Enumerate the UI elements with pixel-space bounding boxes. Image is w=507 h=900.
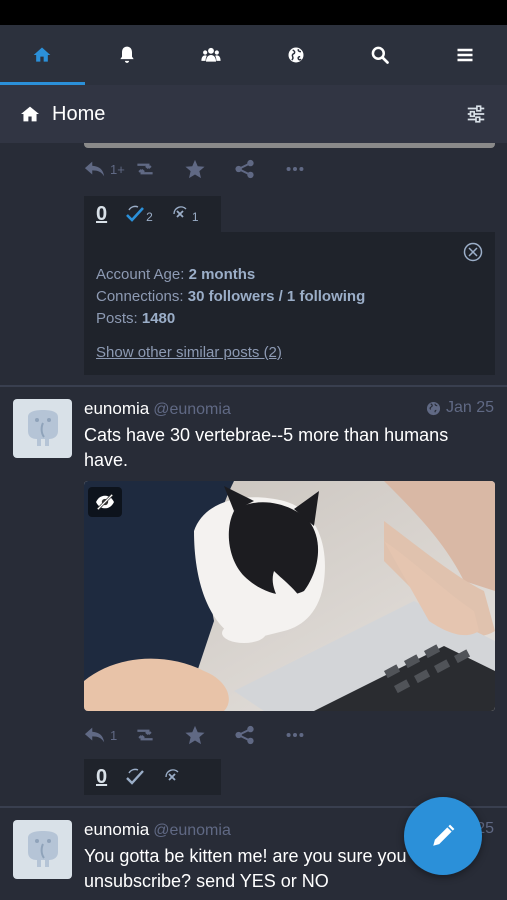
vote-approve-button[interactable] (125, 767, 145, 787)
home-icon (33, 47, 51, 62)
column-header: Home (0, 85, 507, 143)
status-post[interactable]: eunomia @eunomia Jan 25 Cats have 30 vert… (0, 387, 507, 807)
check-icon (126, 768, 145, 785)
star-icon (185, 159, 205, 179)
media-image[interactable] (84, 481, 495, 711)
page-title: Home (52, 102, 106, 125)
post2-vote-bar: 0 (84, 759, 221, 795)
avatar[interactable] (13, 399, 72, 458)
home-icon (21, 106, 39, 122)
top-navigation (0, 25, 507, 85)
previous-post-media[interactable] (84, 143, 495, 148)
post-text: Cats have 30 vertebrae--5 more than huma… (84, 425, 449, 470)
similar-posts-link[interactable]: Show other similar posts (2) (96, 344, 282, 361)
more-button[interactable] (284, 725, 334, 745)
vote-reject-button[interactable]: 1 (171, 204, 199, 224)
ellipsis-icon (286, 732, 304, 738)
tab-search[interactable] (338, 25, 423, 85)
account-age: Account Age: 2 months (96, 266, 256, 283)
ellipsis-icon (286, 166, 304, 172)
approve-count: 2 (146, 210, 153, 224)
retweet-icon (137, 163, 153, 175)
favourite-button[interactable] (184, 725, 234, 745)
more-button[interactable] (284, 159, 334, 179)
globe-icon (426, 401, 441, 415)
author-display-name[interactable]: eunomia @eunomia (84, 820, 231, 840)
menu-icon (457, 48, 473, 62)
bell-icon (120, 46, 134, 63)
vote-reject-button[interactable] (163, 767, 183, 787)
globe-icon (288, 47, 304, 63)
post2-action-bar: 1 (84, 725, 334, 745)
reject-count: 1 (191, 210, 199, 224)
mastodon-elephant-icon (27, 830, 58, 867)
tab-home[interactable] (0, 25, 85, 85)
tab-menu[interactable] (423, 25, 507, 85)
search-icon (371, 46, 390, 64)
boost-button[interactable] (134, 159, 184, 179)
pencil-icon (433, 824, 455, 846)
device-status-bar (0, 0, 507, 25)
reply-count: 1 (110, 727, 118, 743)
post-date[interactable]: Jan 25 (426, 399, 494, 417)
vote-neutral-button[interactable]: 0 (96, 203, 107, 226)
cat-photo (84, 481, 495, 711)
reply-icon (84, 727, 105, 743)
close-icon[interactable] (463, 242, 483, 262)
eye-slash-icon (96, 493, 114, 511)
reply-count: 1+ (110, 161, 125, 177)
tab-local[interactable] (169, 25, 254, 85)
favourite-button[interactable] (184, 159, 234, 179)
reply-icon (84, 161, 105, 177)
account-info-panel: Account Age: 2 months Connections: 30 fo… (84, 232, 495, 375)
share-button[interactable] (234, 725, 284, 745)
author-handle: @eunomia (153, 822, 231, 839)
reply-button[interactable]: 1+ (84, 159, 134, 179)
tab-notifications[interactable] (85, 25, 170, 85)
users-icon (201, 47, 221, 62)
share-icon (235, 159, 254, 179)
tab-federated[interactable] (254, 25, 339, 85)
author-handle: @eunomia (153, 401, 231, 418)
timeline-feed[interactable]: 1+ 0 2 1 Account Age: 2 months Connectio… (0, 143, 507, 900)
vote-neutral-button[interactable]: 0 (96, 766, 107, 789)
reply-button[interactable]: 1 (84, 725, 134, 745)
avatar[interactable] (13, 820, 72, 879)
check-icon (126, 205, 145, 222)
post1-action-bar: 1+ (84, 159, 334, 179)
posts-count: Posts: 1480 (96, 310, 176, 327)
retweet-icon (137, 729, 153, 741)
author-display-name[interactable]: eunomia @eunomia (84, 399, 231, 419)
boost-button[interactable] (134, 725, 184, 745)
compose-button[interactable] (404, 797, 482, 875)
sliders-icon[interactable] (465, 103, 487, 125)
share-icon (235, 725, 254, 745)
vote-approve-button[interactable]: 2 (125, 204, 153, 224)
mastodon-elephant-icon (27, 409, 58, 446)
reject-icon (165, 769, 179, 781)
hide-media-button[interactable] (88, 487, 122, 517)
connections: Connections: 30 followers / 1 following (96, 288, 366, 305)
star-icon (185, 725, 205, 745)
share-button[interactable] (234, 159, 284, 179)
reject-icon (173, 206, 187, 218)
post1-vote-bar: 0 2 1 (84, 196, 221, 232)
